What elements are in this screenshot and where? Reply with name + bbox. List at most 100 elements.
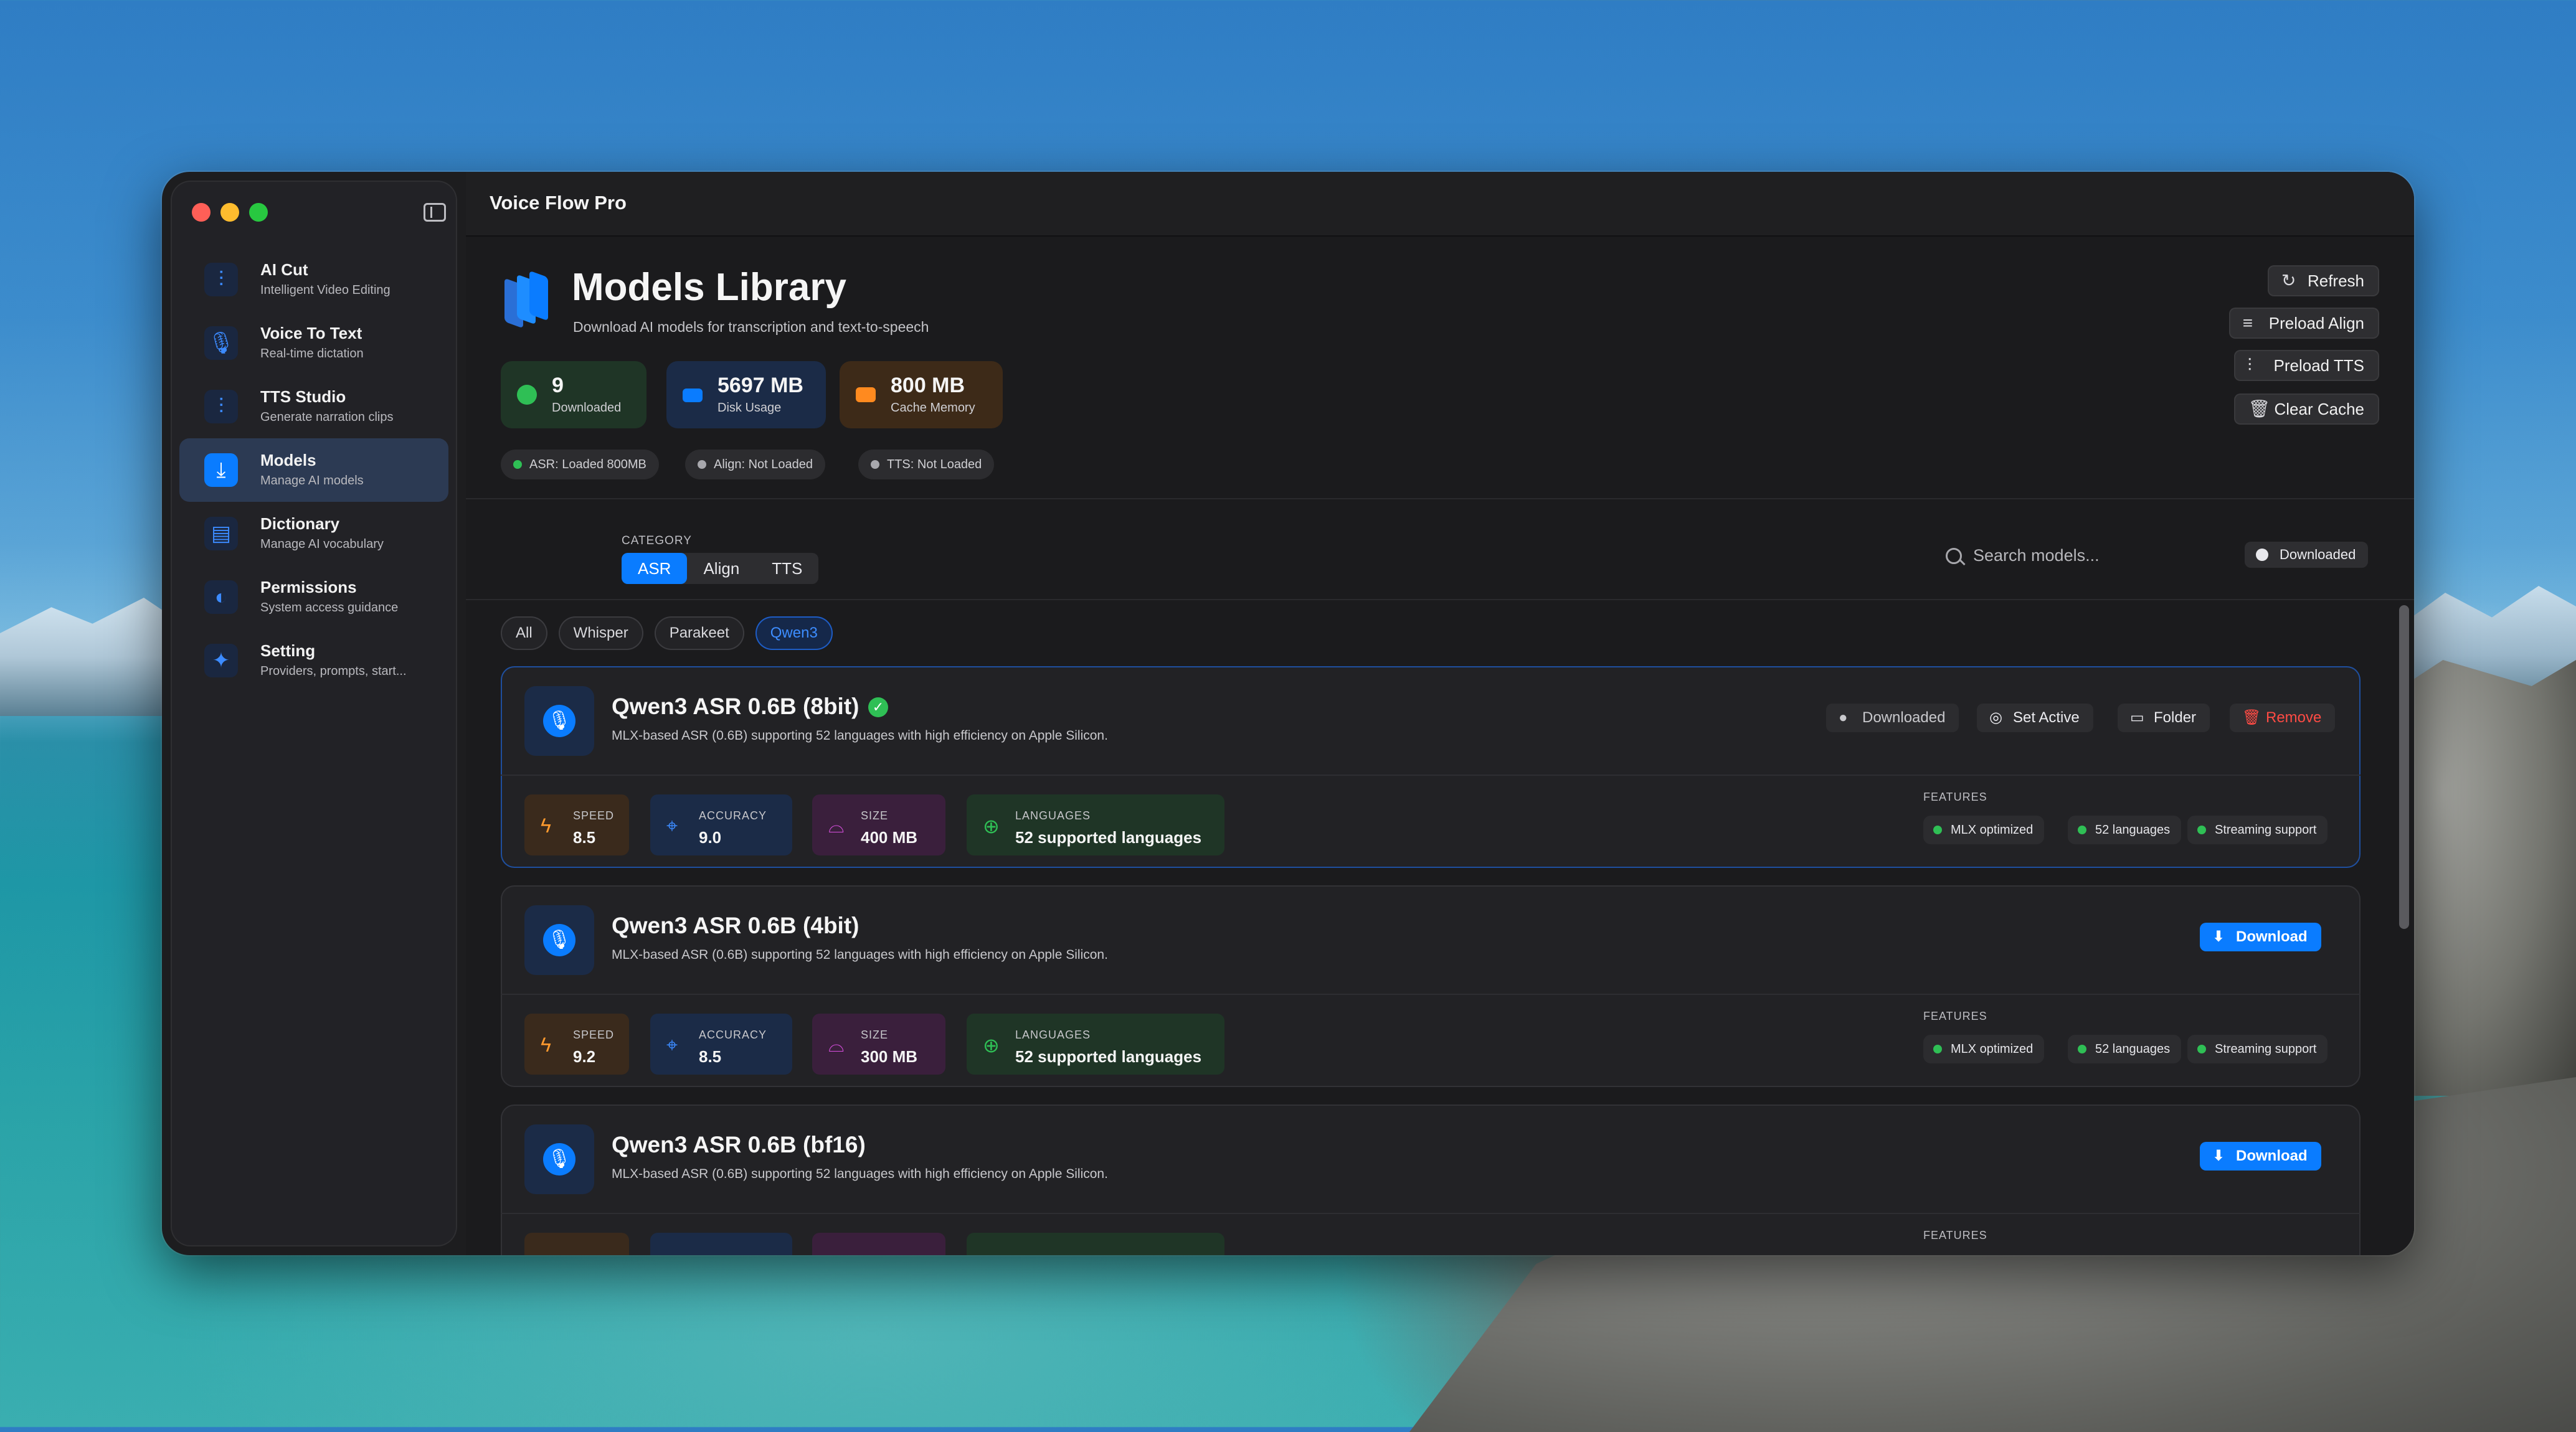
status-text: ASR: Loaded 800MB — [529, 458, 646, 471]
app-title: Voice Flow Pro — [490, 192, 627, 214]
preload-align-button[interactable]: ≡ Preload Align — [2228, 308, 2379, 339]
minimize-window-button[interactable] — [220, 203, 239, 222]
title-bar: Voice Flow Pro — [466, 172, 2414, 237]
model-card[interactable]: 🎙︎ Qwen3 ASR 0.6B (bf16) MLX-based ASR (… — [501, 1105, 2361, 1255]
sidebar-item-subtitle: Intelligent Video Editing — [260, 283, 391, 297]
feature-text: Streaming support — [2215, 1042, 2317, 1056]
features-label: FEATURES — [1923, 1010, 1987, 1022]
sidebar-item-voice-to-text[interactable]: 🎙︎ Voice To Text Real-time dictation — [179, 311, 448, 375]
sidebar-item-subtitle: Manage AI vocabulary — [260, 537, 384, 551]
search-input[interactable] — [1972, 539, 2223, 572]
size-label: SIZE — [861, 809, 889, 822]
set-active-button[interactable]: ◎ Set Active — [1977, 704, 2093, 732]
model-card[interactable]: 🎙︎ Qwen3 ASR 0.6B (8bit) ✓ MLX-based ASR… — [501, 666, 2361, 868]
family-chip-all[interactable]: All — [501, 616, 547, 650]
sidebar-nav: ⫶ AI Cut Intelligent Video Editing 🎙︎ Vo… — [171, 248, 457, 692]
download-button[interactable]: ⬇ Download — [2200, 923, 2321, 951]
scroll-thumb[interactable] — [2399, 605, 2409, 929]
check-circle-outline-icon: ◎ — [1989, 709, 2002, 726]
sidebar-item-permissions[interactable]: ◐ Permissions System access guidance — [179, 565, 448, 629]
models-list: All Whisper Parakeet Qwen3 🎙︎ Qwen3 ASR … — [466, 600, 2414, 1255]
refresh-button[interactable]: ↻ Refresh — [2267, 265, 2379, 296]
waveform-icon: ⫶ — [204, 263, 238, 296]
status-dot-icon — [513, 460, 522, 469]
sidebar-item-dictionary[interactable]: ▤ Dictionary Manage AI vocabulary — [179, 502, 448, 565]
disk-icon — [683, 389, 703, 402]
main-content: Models Library Download AI models for tr… — [466, 237, 2414, 1255]
family-chips: All Whisper Parakeet Qwen3 — [501, 616, 833, 650]
sidebar-item-tts-studio[interactable]: ⫶ TTS Studio Generate narration clips — [179, 375, 448, 438]
download-button[interactable]: ⬇ Download — [2200, 1142, 2321, 1171]
close-window-button[interactable] — [192, 203, 211, 222]
folder-label: Folder — [2154, 709, 2197, 726]
category-label: CATEGORY — [622, 534, 692, 547]
folder-button[interactable]: ▭ Folder — [2118, 704, 2210, 732]
drive-icon: ⌓ — [828, 1034, 845, 1056]
download-label: Download — [2236, 928, 2308, 945]
preload-tts-button[interactable]: ⫶ Preload TTS — [2233, 350, 2379, 381]
lightning-icon: ϟ — [541, 814, 551, 837]
category-tts[interactable]: TTS — [755, 553, 818, 584]
stat-value: 800 MB — [891, 374, 965, 397]
check-circle-icon: ● — [1839, 709, 1848, 726]
languages-metric: ⊕ LANGUAGES 52 supported languages — [967, 794, 1224, 855]
model-name: Qwen3 ASR 0.6B (4bit) — [612, 913, 859, 938]
lightning-icon: ϟ — [541, 1034, 551, 1056]
category-segmented-control: ASR Align TTS — [622, 553, 819, 584]
globe-icon: ⊕ — [983, 1034, 1000, 1057]
status-asr-badge: ASR: Loaded 800MB — [501, 450, 659, 479]
check-circle-icon — [517, 385, 537, 405]
zoom-window-button[interactable] — [249, 203, 268, 222]
category-align[interactable]: Align — [687, 553, 755, 584]
sidebar-item-subtitle: Generate narration clips — [260, 410, 394, 424]
waveform-icon: ⫶ — [2247, 356, 2252, 375]
folder-icon: ▭ — [2130, 709, 2144, 726]
family-chip-parakeet[interactable]: Parakeet — [654, 616, 744, 650]
sparkle-icon: ✦ — [204, 644, 238, 677]
model-description: MLX-based ASR (0.6B) supporting 52 langu… — [612, 1167, 1108, 1181]
status-tts-badge: TTS: Not Loaded — [858, 450, 995, 479]
download-box-icon: ⤓ — [204, 453, 238, 487]
downloaded-state-badge: ● Downloaded — [1826, 704, 1959, 732]
family-chip-qwen3[interactable]: Qwen3 — [755, 616, 833, 650]
sidebar-item-subtitle: Real-time dictation — [260, 347, 364, 360]
category-asr[interactable]: ASR — [622, 553, 688, 584]
model-card[interactable]: 🎙︎ Qwen3 ASR 0.6B (4bit) MLX-based ASR (… — [501, 885, 2361, 1087]
model-icon: 🎙︎ — [524, 686, 594, 756]
sidebar-item-subtitle: Manage AI models — [260, 474, 364, 488]
size-metric: ⌓ SIZE 300 MB — [812, 1014, 945, 1075]
sidebar-item-title: Dictionary — [260, 514, 340, 533]
family-chip-whisper[interactable]: Whisper — [558, 616, 643, 650]
speed-metric: ϟ SPEED 9.2 — [524, 1014, 629, 1075]
stat-value: 9 — [552, 374, 564, 397]
features-label: FEATURES — [1923, 1229, 1987, 1241]
memory-chip-icon — [856, 387, 876, 402]
clear-cache-button[interactable]: 🗑︎ Clear Cache — [2234, 393, 2379, 425]
sidebar-item-ai-cut[interactable]: ⫶ AI Cut Intelligent Video Editing — [179, 248, 448, 311]
model-description: MLX-based ASR (0.6B) supporting 52 langu… — [612, 948, 1108, 962]
sidebar-item-title: Models — [260, 451, 316, 469]
size-metric: ⌓ SIZE 400 MB — [812, 794, 945, 855]
features-label: FEATURES — [1923, 791, 1987, 803]
sidebar-item-models[interactable]: ⤓ Models Manage AI models — [179, 438, 448, 502]
stat-label: Disk Usage — [717, 401, 782, 415]
sidebar-toggle-icon[interactable] — [424, 203, 446, 222]
globe-icon: ⊕ — [983, 815, 1000, 837]
scrollbar[interactable] — [2399, 605, 2409, 1253]
check-dot-icon — [2078, 1045, 2086, 1053]
feature-badge: MLX optimized — [1923, 1035, 2045, 1063]
model-name: Qwen3 ASR 0.6B (bf16) — [612, 1132, 866, 1157]
download-circle-icon: ⬇ — [2212, 1147, 2225, 1164]
check-dot-icon — [2197, 1045, 2206, 1053]
feature-badge: Streaming support — [2187, 816, 2328, 844]
check-dot-icon — [1933, 826, 1942, 834]
remove-button[interactable]: 🗑︎ Remove — [2230, 704, 2336, 732]
shield-icon: ◐ — [204, 580, 238, 614]
downloaded-filter-button[interactable]: Downloaded — [2245, 542, 2369, 568]
card-divider — [501, 775, 2361, 776]
stat-cache-memory: 800 MB Cache Memory — [840, 361, 1003, 428]
microphone-icon: 🎙︎ — [204, 326, 238, 360]
sidebar-item-setting[interactable]: ✦ Setting Providers, prompts, start... — [179, 629, 448, 692]
downloaded-filter-label: Downloaded — [2280, 547, 2356, 562]
stat-label: Downloaded — [552, 401, 622, 415]
